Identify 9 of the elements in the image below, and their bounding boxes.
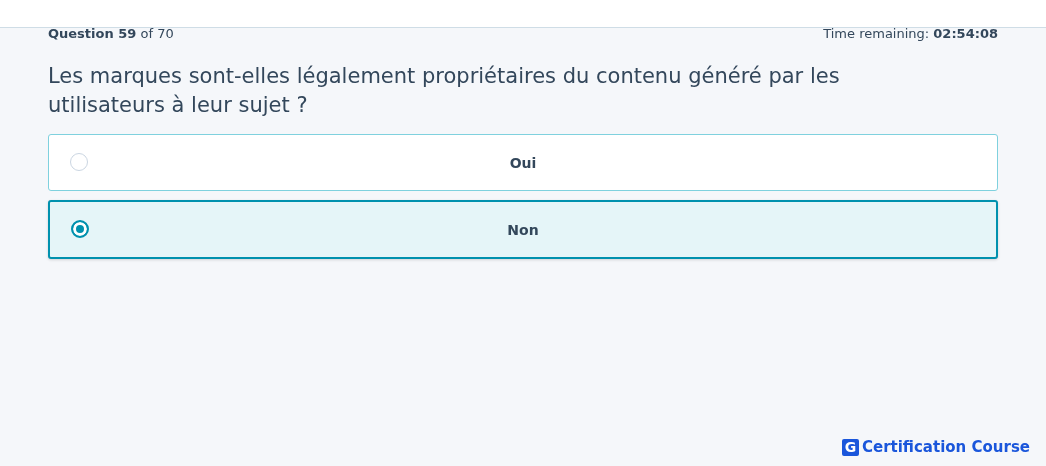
logo-badge: G (841, 438, 859, 456)
radio-icon (70, 152, 88, 171)
time-remaining: Time remaining: 02:54:08 (823, 26, 998, 42)
radio-icon (71, 219, 89, 238)
answer-option[interactable]: Oui (48, 134, 998, 191)
brand-name: Certification Course (861, 438, 1030, 456)
question-text: Les marques sont-elles légalement propriétaires du contenu généré par les utilisateurs à leur sujet ? (48, 63, 841, 119)
answer-option[interactable]: Non (48, 200, 998, 259)
question-counter: Question 59 of 70 (48, 26, 174, 42)
